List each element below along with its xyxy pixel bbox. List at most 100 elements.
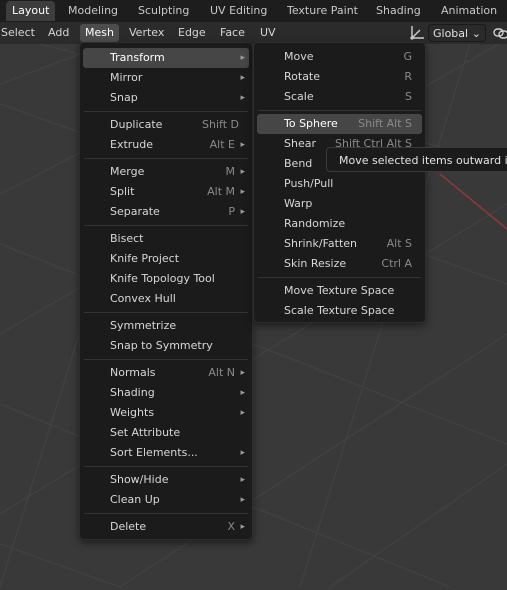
submenu-arrow-icon: ▸ <box>240 448 245 458</box>
menu-item-label: Weights <box>110 406 155 419</box>
menu-uv[interactable]: UV <box>255 24 281 42</box>
shortcut: X <box>227 520 235 533</box>
menu-item-scale-texture-space[interactable]: Scale Texture Space <box>257 301 422 321</box>
menu-item-label: Duplicate <box>110 118 163 131</box>
menu-item-scale[interactable]: Scale S <box>257 87 422 107</box>
submenu-arrow-icon: ▸ <box>240 140 245 150</box>
shortcut: Shift Alt S <box>358 117 412 130</box>
menu-item-move[interactable]: Move G <box>257 47 422 67</box>
x-axis-line <box>439 173 507 230</box>
menu-item-label: Delete <box>110 520 147 533</box>
menu-select[interactable]: Select <box>0 24 40 42</box>
menu-item-set-attribute[interactable]: Set Attribute <box>83 423 249 443</box>
menu-item-label: To Sphere <box>284 117 338 130</box>
menu-item-label: Bend <box>284 157 313 170</box>
menu-item-push-pull[interactable]: Push/Pull <box>257 174 422 194</box>
submenu-arrow-icon: ▸ <box>240 522 245 532</box>
tab-animation[interactable]: Animation <box>435 1 503 21</box>
menu-separator <box>84 312 248 313</box>
orientation-value: Global <box>433 27 469 40</box>
tab-uv-editing[interactable]: UV Editing <box>204 1 273 21</box>
menu-item-bisect[interactable]: Bisect <box>83 229 249 249</box>
menu-item-label: Snap to Symmetry <box>110 339 213 352</box>
menu-item-label: Separate <box>110 205 160 218</box>
menu-item-label: Normals <box>110 366 156 379</box>
menu-item-to-sphere[interactable]: To Sphere Shift Alt S <box>257 114 422 134</box>
menu-separator <box>84 513 248 514</box>
menu-item-label: Knife Project <box>110 252 180 265</box>
menu-item-label: Transform <box>110 51 165 64</box>
menu-item-knife-project[interactable]: Knife Project <box>83 249 249 269</box>
link-icon[interactable] <box>491 24 507 42</box>
menu-item-clean-up[interactable]: Clean Up ▸ <box>83 490 249 510</box>
submenu-arrow-icon: ▸ <box>240 475 245 485</box>
shortcut: Alt N <box>208 366 235 379</box>
mesh-menu: Transform ▸ Mirror ▸ Snap ▸ Duplicate Shift … <box>79 42 253 540</box>
menu-item-split[interactable]: Split Alt M ▸ <box>83 182 249 202</box>
transform-orientation-dropdown[interactable]: Global ⌄ <box>428 24 486 42</box>
menu-item-skin-resize[interactable]: Skin Resize Ctrl A <box>257 254 422 274</box>
menu-separator <box>84 225 248 226</box>
menu-item-label: Mirror <box>110 71 143 84</box>
tab-texture-paint[interactable]: Texture Paint <box>281 1 364 21</box>
menu-item-symmetrize[interactable]: Symmetrize <box>83 316 249 336</box>
menu-edge[interactable]: Edge <box>173 24 211 42</box>
menu-item-show-hide[interactable]: Show/Hide ▸ <box>83 470 249 490</box>
menu-separator <box>258 277 421 278</box>
menu-item-duplicate[interactable]: Duplicate Shift D <box>83 115 249 135</box>
workspace-tabs: Layout Modeling Sculpting UV Editing Tex… <box>0 0 507 22</box>
submenu-arrow-icon: ▸ <box>240 53 245 63</box>
menu-item-label: Shear <box>284 137 316 150</box>
tab-modeling[interactable]: Modeling <box>62 1 124 21</box>
menu-item-label: Move Texture Space <box>284 284 395 297</box>
menu-item-label: Scale Texture Space <box>284 304 395 317</box>
menu-item-transform[interactable]: Transform ▸ <box>83 48 249 68</box>
menu-mesh[interactable]: Mesh <box>80 24 119 42</box>
menu-item-snap[interactable]: Snap ▸ <box>83 88 249 108</box>
menu-item-label: Convex Hull <box>110 292 176 305</box>
menu-separator <box>84 158 248 159</box>
menu-item-label: Snap <box>110 91 138 104</box>
menu-item-label: Move <box>284 50 314 63</box>
menu-item-label: Split <box>110 185 135 198</box>
submenu-arrow-icon: ▸ <box>240 368 245 378</box>
menu-item-snap-to-symmetry[interactable]: Snap to Symmetry <box>83 336 249 356</box>
menu-item-randomize[interactable]: Randomize <box>257 214 422 234</box>
transform-submenu: Move G Rotate R Scale S To Sphere Shift Alt … <box>253 42 426 323</box>
orientation-gizmo-icon[interactable] <box>408 24 426 42</box>
menu-item-label: Knife Topology Tool <box>110 272 215 285</box>
menu-item-mirror[interactable]: Mirror ▸ <box>83 68 249 88</box>
menu-item-separate[interactable]: Separate P ▸ <box>83 202 249 222</box>
menu-item-label: Rotate <box>284 70 321 83</box>
menu-item-label: Randomize <box>284 217 346 230</box>
menu-item-shading[interactable]: Shading ▸ <box>83 383 249 403</box>
menu-item-sort-elements[interactable]: Sort Elements... ▸ <box>83 443 249 463</box>
menu-item-merge[interactable]: Merge M ▸ <box>83 162 249 182</box>
menu-item-move-texture-space[interactable]: Move Texture Space <box>257 281 422 301</box>
menu-item-warp[interactable]: Warp <box>257 194 422 214</box>
menu-separator <box>84 111 248 112</box>
tab-layout[interactable]: Layout <box>6 1 56 21</box>
submenu-arrow-icon: ▸ <box>240 408 245 418</box>
menu-item-knife-topology-tool[interactable]: Knife Topology Tool <box>83 269 249 289</box>
shortcut: S <box>405 90 412 103</box>
menu-vertex[interactable]: Vertex <box>124 24 169 42</box>
menu-face[interactable]: Face <box>215 24 250 42</box>
menu-item-delete[interactable]: Delete X ▸ <box>83 517 249 537</box>
menu-item-convex-hull[interactable]: Convex Hull <box>83 289 249 309</box>
menu-item-label: Warp <box>284 197 313 210</box>
menu-item-extrude[interactable]: Extrude Alt E ▸ <box>83 135 249 155</box>
menu-item-normals[interactable]: Normals Alt N ▸ <box>83 363 249 383</box>
menu-item-weights[interactable]: Weights ▸ <box>83 403 249 423</box>
tab-shading[interactable]: Shading <box>370 1 427 21</box>
shortcut: Alt M <box>207 185 235 198</box>
menu-item-shrink-fatten[interactable]: Shrink/Fatten Alt S <box>257 234 422 254</box>
submenu-arrow-icon: ▸ <box>240 93 245 103</box>
tab-sculpting[interactable]: Sculpting <box>132 1 195 21</box>
menu-add[interactable]: Add <box>43 24 74 42</box>
shortcut: P <box>228 205 235 218</box>
menu-item-label: Bisect <box>110 232 144 245</box>
menu-item-rotate[interactable]: Rotate R <box>257 67 422 87</box>
menu-separator <box>84 466 248 467</box>
shortcut: Alt S <box>386 237 412 250</box>
